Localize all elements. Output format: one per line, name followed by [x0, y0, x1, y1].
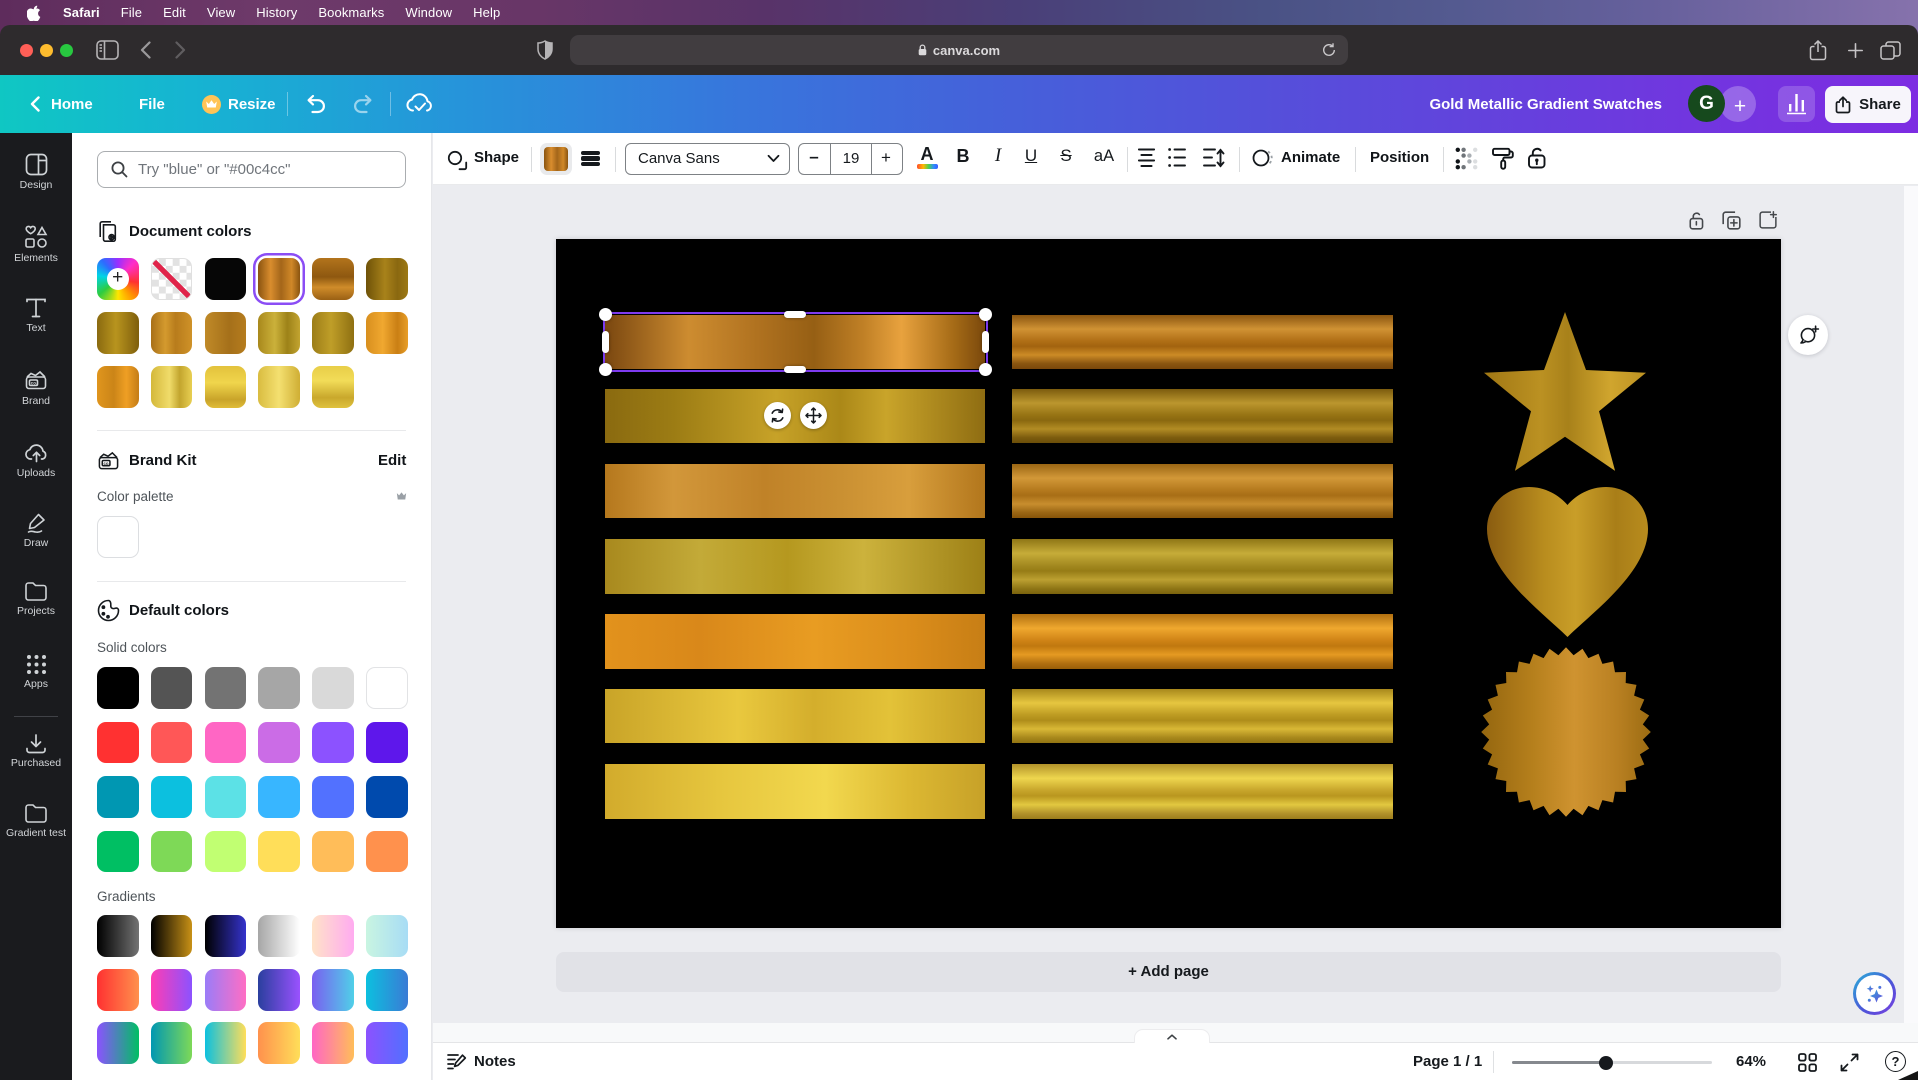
svg-text:co.: co. — [104, 461, 110, 466]
svg-text:co.: co. — [31, 381, 38, 386]
